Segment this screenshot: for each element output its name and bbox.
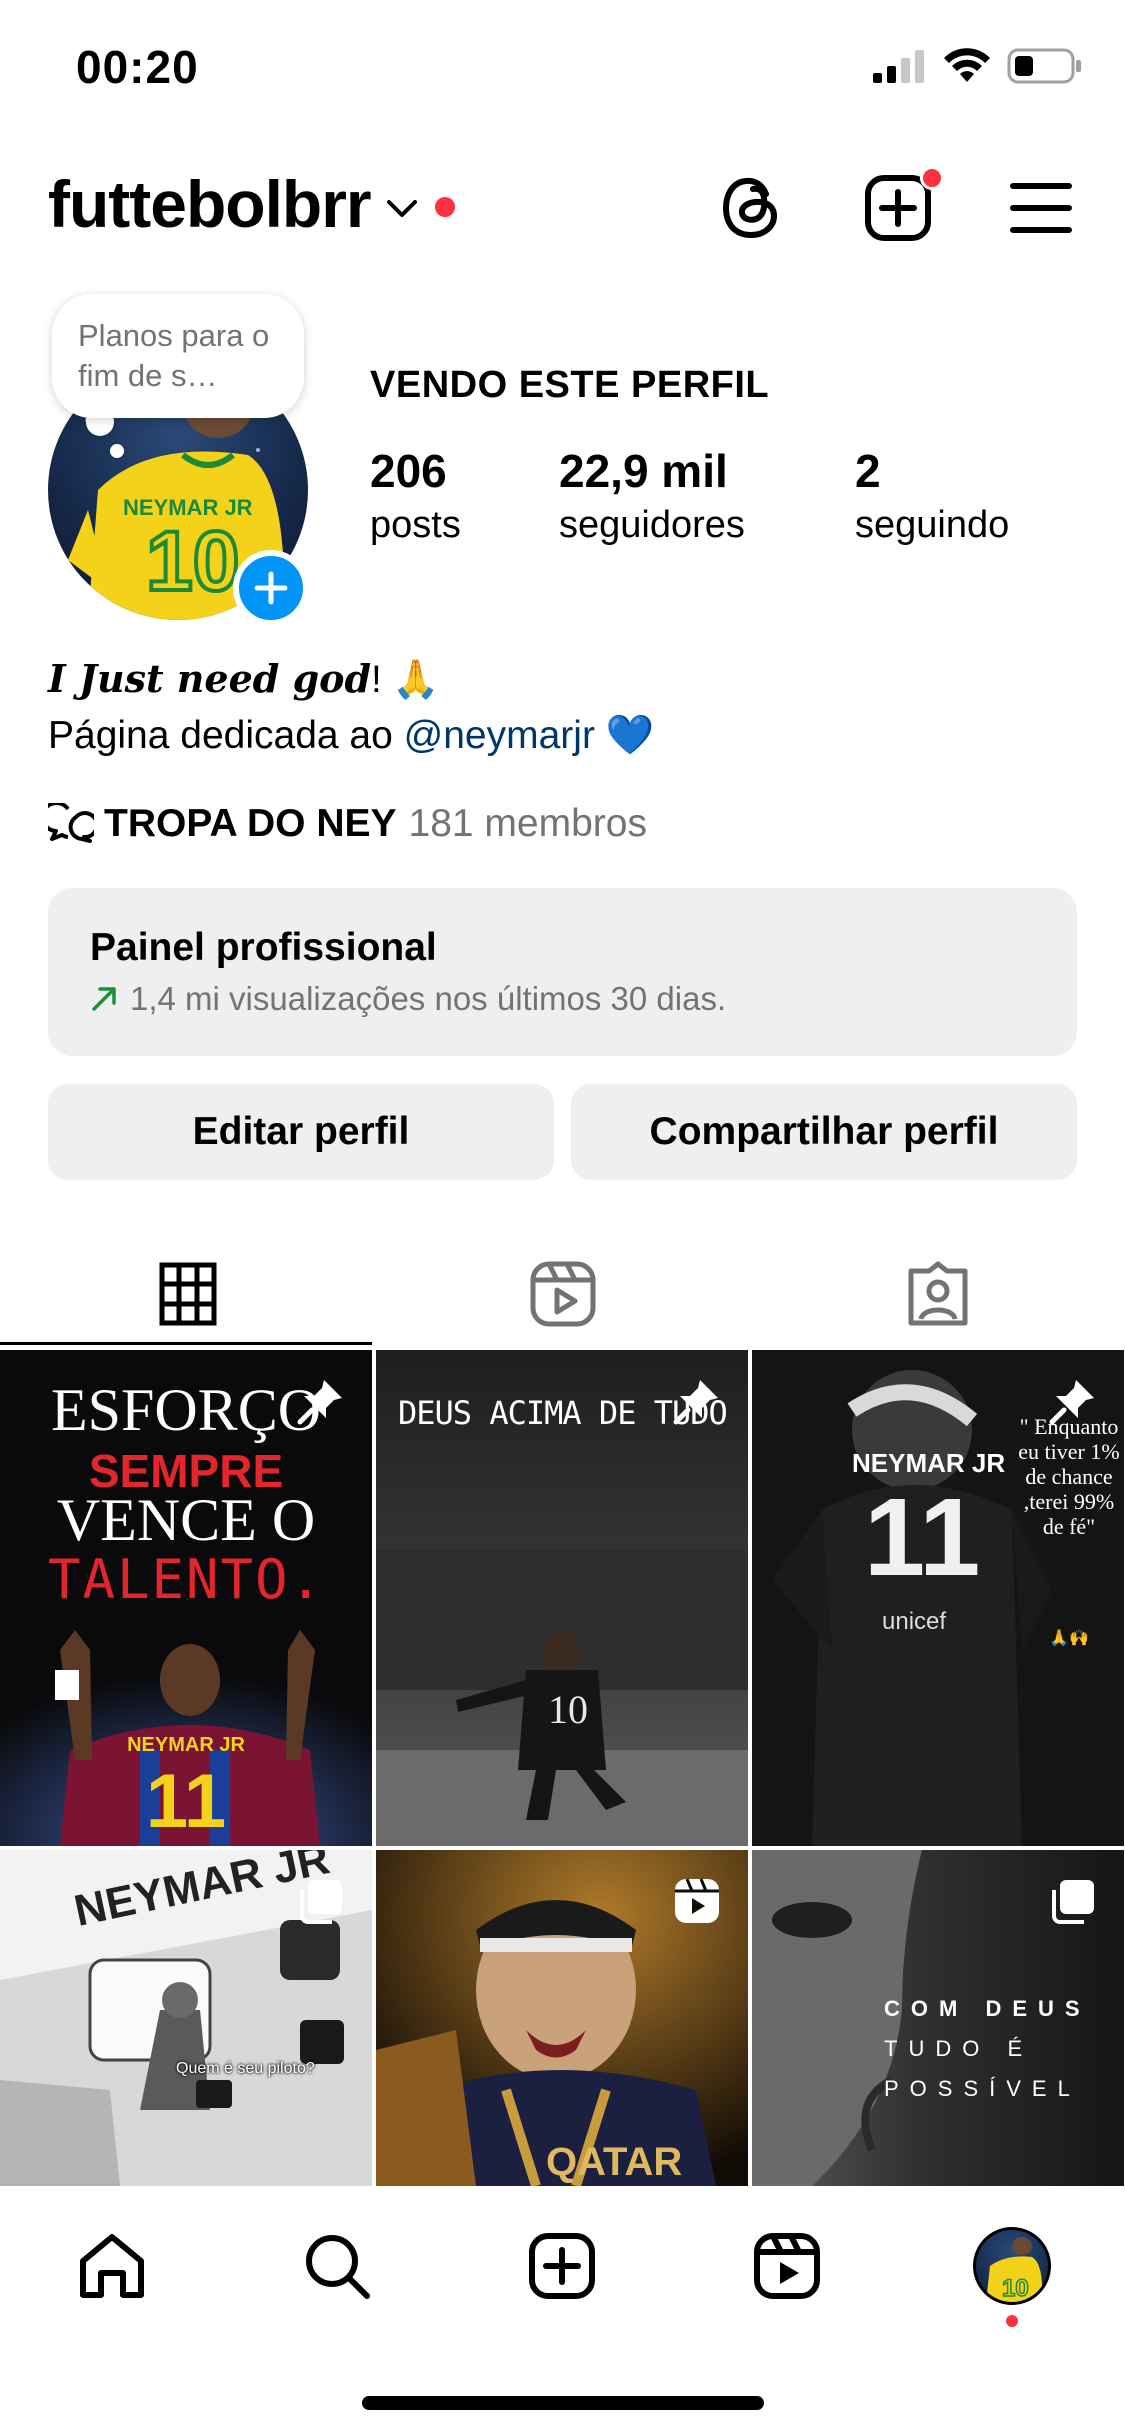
notification-dot	[434, 197, 455, 217]
pin-icon	[673, 1380, 718, 1425]
bio-suffix: ! 🙏	[371, 659, 440, 701]
pin-icon	[297, 1380, 342, 1425]
tagged-person-icon	[908, 1261, 967, 1326]
plus-icon	[254, 571, 288, 605]
svg-text:10: 10	[146, 514, 239, 608]
threads-icon	[722, 177, 778, 239]
post-thumbnail-3[interactable]: NEYMAR JR 11 unicef " Enquanto eu tiver …	[752, 1350, 1124, 1846]
post-3-number: 11	[864, 1476, 981, 1599]
followers-stat[interactable]: 22,9 mil seguidores	[559, 444, 745, 547]
followers-count: 22,9 mil	[559, 445, 728, 497]
channel-members: 181 membros	[408, 802, 647, 845]
create-notification-dot	[920, 166, 944, 190]
tab-tagged[interactable]	[750, 1240, 1125, 1348]
hamburger-menu-icon	[1010, 183, 1072, 233]
chevron-down-icon	[386, 200, 417, 217]
bio-line-2: Página dedicada ao @neymarjr 💙	[48, 712, 654, 758]
grid-icon	[159, 1262, 216, 1326]
following-label: seguindo	[855, 504, 1010, 546]
threads-button[interactable]	[712, 168, 792, 248]
post-3-emoji: 🙏🙌	[1049, 1630, 1089, 1647]
dashboard-title: Painel profissional	[90, 926, 437, 969]
edit-profile-button[interactable]: Editar perfil	[48, 1084, 554, 1180]
bio-line-1: I Just need god! 🙏	[48, 656, 440, 702]
battery-icon	[1007, 48, 1081, 84]
bio-text: Página dedicada ao	[48, 714, 404, 757]
status-time: 00:20	[76, 41, 199, 93]
broadcast-channel[interactable]: TROPA DO NEY 181 membros	[48, 802, 647, 846]
signal-icon	[873, 50, 924, 83]
bottom-navigation: 10	[0, 2186, 1125, 2346]
post-6-line2: TUDO É	[884, 2036, 1034, 2061]
post-thumbnail-2[interactable]: DEUS ACIMA DE TUDO 10	[376, 1350, 748, 1846]
reels-icon	[675, 1878, 719, 1923]
reels-icon	[530, 1261, 595, 1327]
tab-posts-grid[interactable]	[0, 1240, 375, 1348]
menu-button[interactable]	[1001, 168, 1081, 248]
following-stat[interactable]: 2 seguindo	[855, 444, 1009, 547]
create-post-button[interactable]	[858, 166, 944, 248]
followers-label: seguidores	[559, 504, 745, 546]
post-thumbnail-4[interactable]: NEYMAR JR Quem é seu piloto?	[0, 1850, 372, 2186]
post-thumbnail-6[interactable]: COM DEUS TUDO É POSSÍVEL	[752, 1850, 1124, 2186]
add-square-icon	[529, 2233, 595, 2299]
nav-create[interactable]	[522, 2226, 602, 2306]
post-5-banner: QATAR	[546, 2140, 683, 2184]
reels-icon	[754, 2233, 820, 2299]
add-story-button[interactable]	[233, 550, 309, 626]
carousel-icon	[1052, 1880, 1094, 1924]
trend-up-icon	[92, 987, 116, 1011]
nav-home[interactable]	[72, 2226, 152, 2306]
post-3-sponsor: unicef	[882, 1608, 947, 1635]
status-icons	[871, 48, 1083, 84]
watching-label: VENDO ESTE PERFIL	[370, 364, 770, 406]
posts-stat[interactable]: 206 posts	[370, 444, 461, 547]
post-3-quote: " Enquanto eu tiver 1% de chance ,terei …	[1018, 1414, 1120, 1539]
following-count: 2	[855, 445, 881, 497]
note-bubble-tail-small	[110, 444, 124, 458]
search-icon	[306, 2235, 370, 2299]
posts-label: posts	[370, 504, 461, 546]
nav-avatar-image: 10	[986, 2237, 1043, 2302]
posts-count: 206	[370, 445, 447, 497]
post-6-line1: COM DEUS	[884, 1996, 1091, 2021]
bio-emoji: 💙	[594, 714, 655, 757]
dashboard-subtitle-row: 1,4 mi visualizações nos últimos 30 dias…	[90, 980, 1035, 1018]
note-bubble[interactable]: Planos para o fim de s…	[52, 294, 304, 418]
post-1-line3: VENCE O	[56, 1487, 316, 1553]
nav-profile-avatar: 10	[973, 2227, 1051, 2305]
home-icon	[80, 2234, 144, 2298]
bio-italic-text: I Just need god	[48, 656, 372, 701]
profile-notification-dot	[1006, 2315, 1018, 2327]
channel-name: TROPA DO NEY	[104, 802, 397, 845]
carousel-icon	[300, 1880, 342, 1924]
home-indicator	[362, 2396, 764, 2410]
dashboard-subtitle: 1,4 mi visualizações nos últimos 30 dias…	[130, 980, 727, 1017]
tab-reels[interactable]	[375, 1240, 750, 1348]
nav-reels[interactable]	[747, 2226, 827, 2306]
post-3-jersey: NEYMAR JR	[852, 1448, 1006, 1478]
post-4-sticker: Quem é seu piloto?	[176, 2060, 315, 2077]
post-thumbnail-1[interactable]: ESFORÇO SEMPRE VENCE O TALENTO. NEYMAR J…	[0, 1350, 372, 1846]
wifi-icon	[944, 48, 990, 82]
post-1-line4: TALENTO.	[47, 1548, 325, 1611]
nav-search[interactable]	[297, 2226, 377, 2306]
username: futtebolbrr	[48, 167, 372, 241]
post-1-number: 11	[145, 1759, 227, 1844]
post-6-line3: POSSÍVEL	[884, 2076, 1081, 2101]
post-1-jersey: NEYMAR JR	[127, 1734, 245, 1756]
bio-mention-link[interactable]: @neymarjr	[404, 714, 595, 757]
pin-icon	[1049, 1380, 1094, 1425]
share-profile-button[interactable]: Compartilhar perfil	[571, 1084, 1077, 1180]
svg-text:10: 10	[1002, 2275, 1029, 2302]
post-thumbnail-5[interactable]: QATAR	[376, 1850, 748, 2186]
active-tab-indicator	[0, 1342, 372, 1345]
nav-profile[interactable]: 10	[972, 2226, 1052, 2306]
account-switcher[interactable]: futtebolbrr	[48, 166, 455, 242]
post-2-number: 10	[548, 1687, 588, 1732]
professional-dashboard[interactable]: Painel profissional 1,4 mi visualizações…	[48, 888, 1077, 1056]
channel-chat-icon	[48, 803, 94, 843]
note-text: Planos para o fim de s…	[78, 318, 270, 393]
